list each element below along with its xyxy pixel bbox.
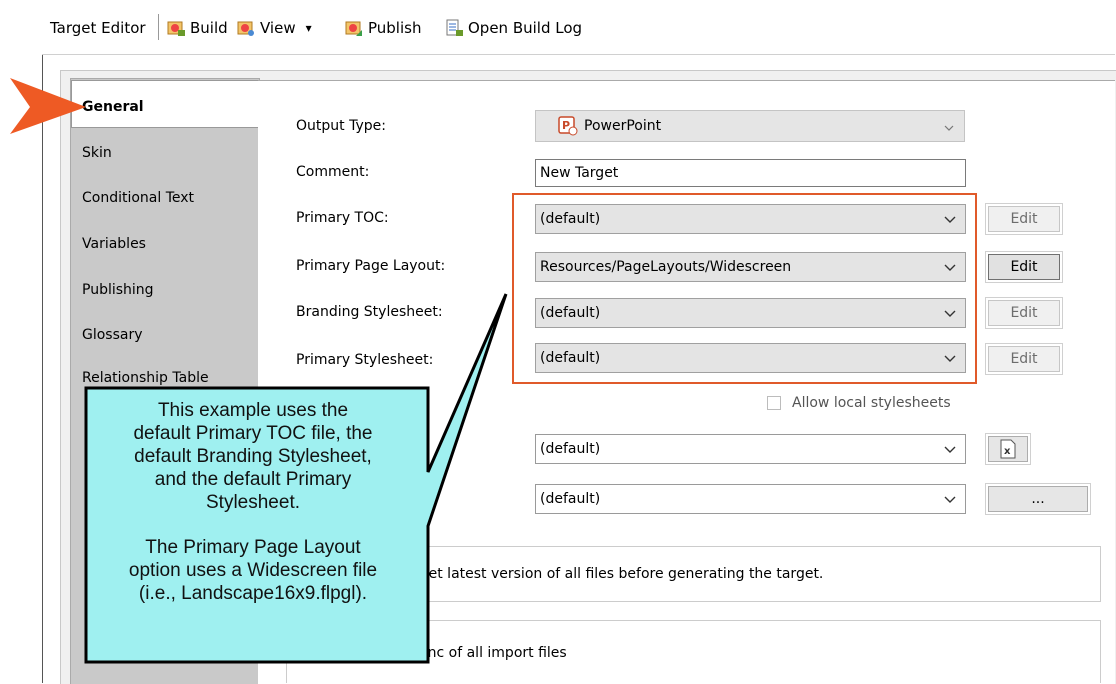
callout-line: default Branding Stylesheet, (134, 446, 372, 467)
callout-line: This example uses the (157, 400, 349, 421)
callout-line: option uses a Widescreen file (128, 560, 378, 581)
callout-text: This example uses the default Primary TO… (90, 399, 416, 605)
callout-line: The Primary Page Layout (145, 537, 361, 558)
callout-spacer (90, 514, 416, 536)
callout-line: and the default Primary (154, 469, 352, 490)
callout-line: (i.e., Landscape16x9.flpgl). (138, 583, 368, 604)
callout-line: default Primary TOC file, the (133, 423, 373, 444)
callout-line: Stylesheet. (206, 492, 300, 513)
